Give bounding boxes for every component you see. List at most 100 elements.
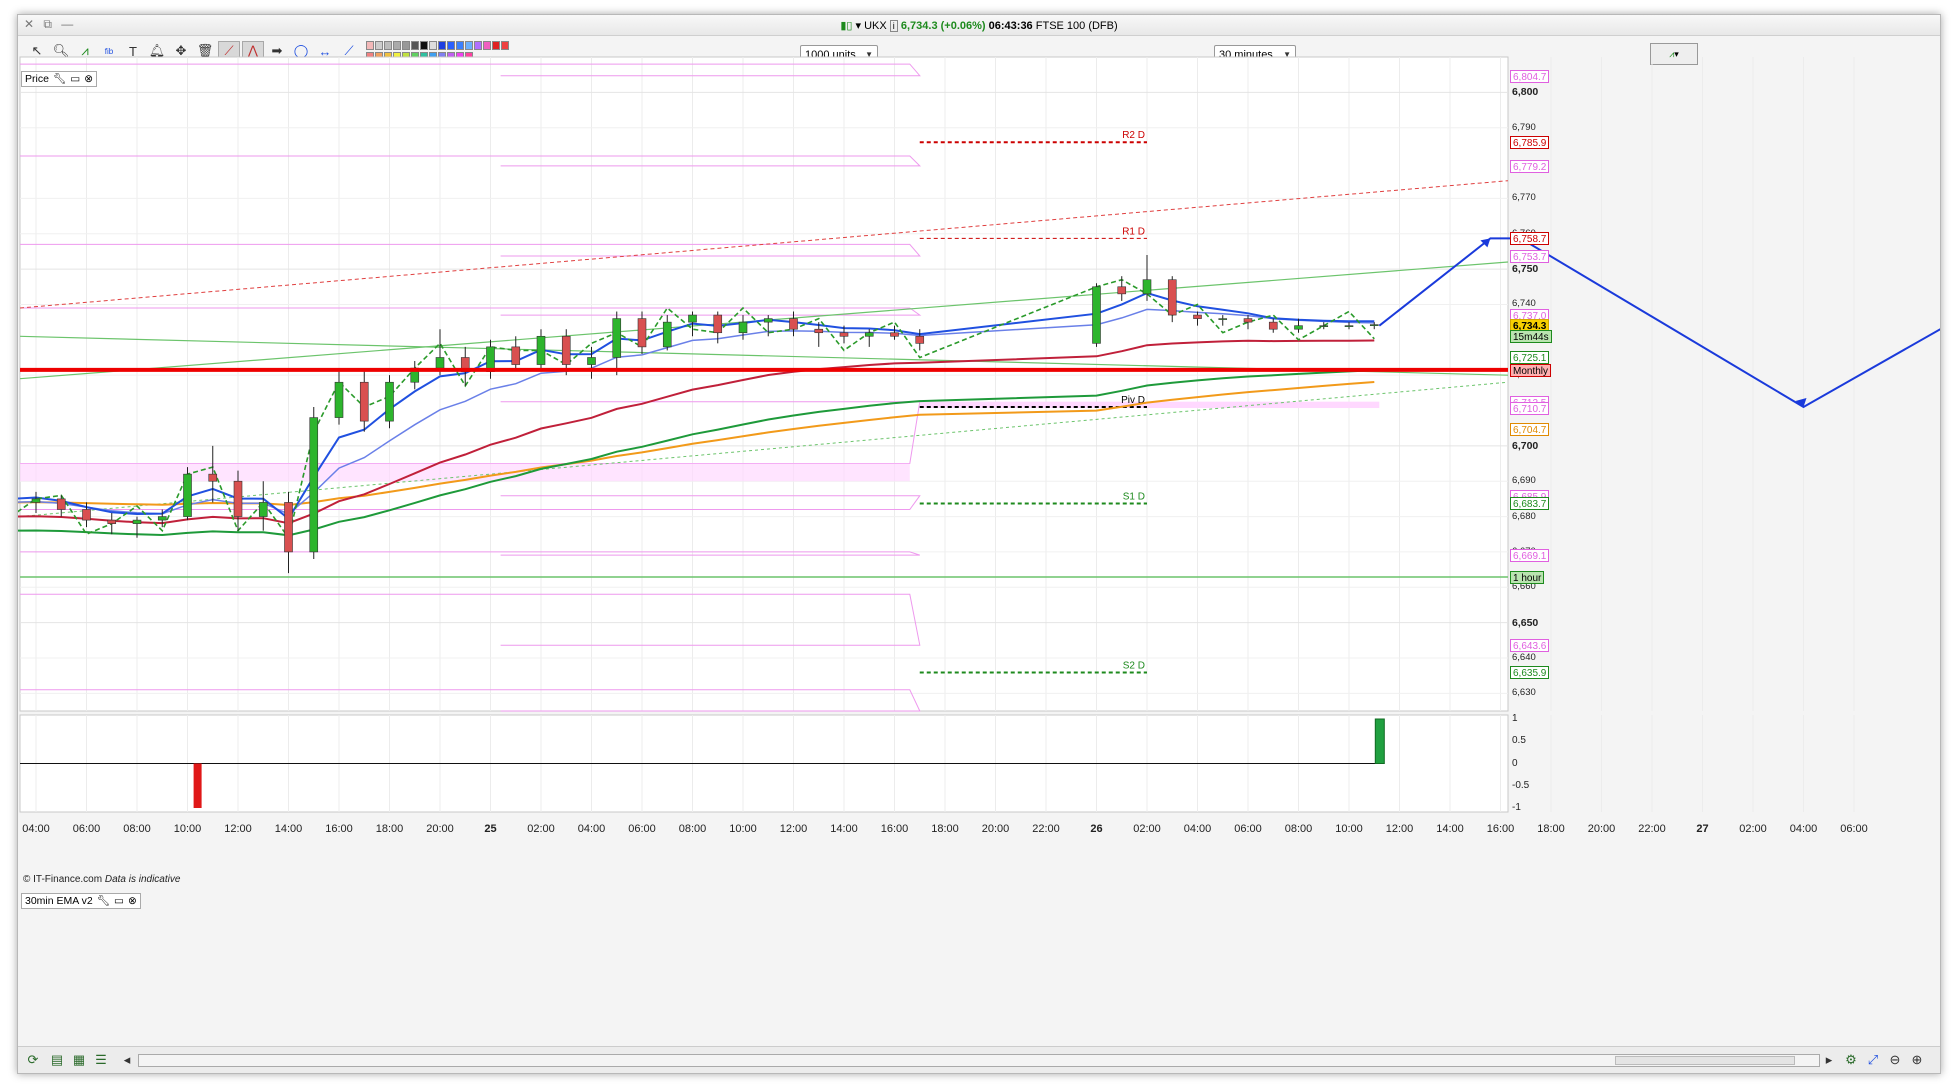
- time-axis-label: 08:00: [678, 823, 707, 835]
- time-axis-label: 16:00: [880, 823, 909, 835]
- time-axis-label: 12:00: [779, 823, 808, 835]
- candle-body: [738, 321, 748, 334]
- time-axis-label: 16:00: [1486, 823, 1515, 835]
- price-tag: 6,725.1: [1510, 351, 1550, 365]
- candle-body: [688, 314, 697, 323]
- window-icon[interactable]: ▭: [114, 894, 124, 908]
- copyright-text: © IT-Finance.com: [23, 874, 103, 885]
- time-axis-label: 16:00: [325, 823, 353, 835]
- window-icon[interactable]: ▭: [70, 72, 80, 86]
- candle-body: [258, 502, 268, 517]
- time-axis-label: 20:00: [981, 823, 1010, 835]
- candle-body: [132, 519, 142, 524]
- time-axis-label: 27: [1696, 823, 1709, 835]
- candle-body: [864, 332, 874, 337]
- indicator-bar: [193, 763, 202, 808]
- close-icon[interactable]: ⊗: [128, 894, 137, 908]
- candle-body: [511, 346, 521, 365]
- wrench-icon[interactable]: 🔧︎: [53, 72, 66, 86]
- candle-body: [839, 332, 849, 337]
- price-axis-label: 6,800: [1512, 86, 1539, 99]
- candle-body: [1167, 279, 1177, 316]
- candle-body: [789, 318, 798, 330]
- candle-body: [334, 381, 344, 418]
- time-axis-label: 25: [484, 823, 497, 835]
- candle-body: [1117, 286, 1127, 295]
- candle-body: [1092, 286, 1101, 344]
- price-pane: [19, 56, 1509, 712]
- refresh-icon[interactable]: ⟳: [24, 1051, 42, 1069]
- candle-body: [309, 417, 319, 553]
- save-icon[interactable]: ▤: [48, 1051, 66, 1069]
- price-tag: 6,785.9: [1510, 136, 1550, 150]
- zoom-fit-icon[interactable]: ⤢: [1864, 1051, 1882, 1069]
- candle-body: [233, 480, 243, 517]
- indicator-bar: [1374, 718, 1385, 764]
- candle-body: [1344, 325, 1354, 327]
- time-axis-label: 10:00: [1335, 823, 1363, 835]
- candle-body: [763, 318, 773, 323]
- indicator-axis-label: 0.5: [1512, 735, 1526, 747]
- zoom-in-icon[interactable]: ⊕: [1908, 1051, 1926, 1069]
- price-axis-label: 6,650: [1512, 616, 1539, 629]
- time-axis-label: 18:00: [931, 823, 959, 835]
- time-axis-label: 06:00: [72, 823, 101, 835]
- indicator-axis-label: 0: [1512, 757, 1518, 769]
- scroll-left-icon[interactable]: ◂: [118, 1051, 136, 1069]
- copyright-note: © IT-Finance.com Data is indicative: [23, 874, 180, 885]
- pivot-label: R2 D: [1122, 130, 1145, 141]
- candle-body: [1142, 279, 1152, 295]
- time-axis-label: 18:00: [375, 823, 404, 835]
- price-axis-label: 6,680: [1512, 510, 1536, 522]
- scroll-thumb[interactable]: [1615, 1056, 1795, 1065]
- price-axis-label: 6,700: [1512, 439, 1539, 452]
- price-panel-label: Price: [25, 73, 49, 85]
- price-axis-label: 6,690: [1512, 475, 1536, 487]
- time-axis-label: 20:00: [1587, 823, 1616, 835]
- time-axis-label: 10:00: [729, 823, 757, 835]
- time-axis-label: 02:00: [527, 823, 555, 835]
- price-tag: 6,704.7: [1510, 423, 1550, 437]
- candle-body: [157, 516, 167, 521]
- wrench-icon[interactable]: 🔧︎: [97, 894, 110, 908]
- time-axis-label: 22:00: [1032, 823, 1060, 835]
- candle-body: [82, 509, 91, 521]
- price-tag: 6,635.9: [1510, 666, 1550, 680]
- candle-body: [1268, 321, 1278, 330]
- bottom-toolbar: ⟳ ▤ ▦ ☰ ◂ ▸ ⚙ ⤢ ⊖ ⊕: [18, 1046, 1940, 1073]
- candle-body: [1193, 314, 1202, 319]
- price-axis-label: 6,750: [1512, 263, 1539, 276]
- close-icon[interactable]: ⊗: [84, 72, 93, 86]
- time-axis-label: 10:00: [173, 823, 202, 835]
- candle-body: [208, 473, 218, 482]
- chart-settings-icon[interactable]: ⚙: [1842, 1051, 1860, 1069]
- candle-body: [1243, 318, 1253, 323]
- time-axis-label: 04:00: [1183, 823, 1212, 835]
- time-axis-label: 06:00: [1840, 823, 1868, 835]
- chart-canvas[interactable]: R2 DR1 DPiv DS1 DS2 D: [18, 15, 1940, 1073]
- candle-body: [536, 335, 546, 365]
- price-axis-label: 6,790: [1512, 121, 1536, 133]
- candle-body: [890, 332, 899, 337]
- price-tag: 6,779.2: [1510, 159, 1550, 173]
- layout-icon[interactable]: ▦: [70, 1051, 88, 1069]
- time-axis-label: 14:00: [274, 823, 303, 835]
- time-axis-label: 12:00: [1385, 823, 1414, 835]
- price-tag: 6,683.7: [1510, 497, 1550, 511]
- price-tag: 6,643.6: [1510, 639, 1550, 653]
- candle-body: [435, 357, 445, 369]
- time-axis-label: 06:00: [1234, 823, 1262, 835]
- bars-icon[interactable]: ☰: [92, 1051, 110, 1069]
- price-tag: 6,804.7: [1510, 69, 1550, 83]
- indicator-axis-label: 1: [1512, 713, 1518, 724]
- time-axis-label: 04:00: [577, 823, 606, 835]
- candle-body: [56, 498, 66, 510]
- scroll-right-icon[interactable]: ▸: [1820, 1051, 1838, 1069]
- time-axis-label: 14:00: [830, 823, 858, 835]
- indicator-axis-label: -1: [1512, 802, 1521, 813]
- zoom-out-icon[interactable]: ⊖: [1886, 1051, 1904, 1069]
- disclaimer-text: Data is indicative: [104, 874, 181, 885]
- price-tag: 6,753.7: [1510, 250, 1550, 264]
- horizontal-scrollbar[interactable]: [138, 1054, 1820, 1067]
- time-axis-label: 04:00: [1789, 823, 1818, 835]
